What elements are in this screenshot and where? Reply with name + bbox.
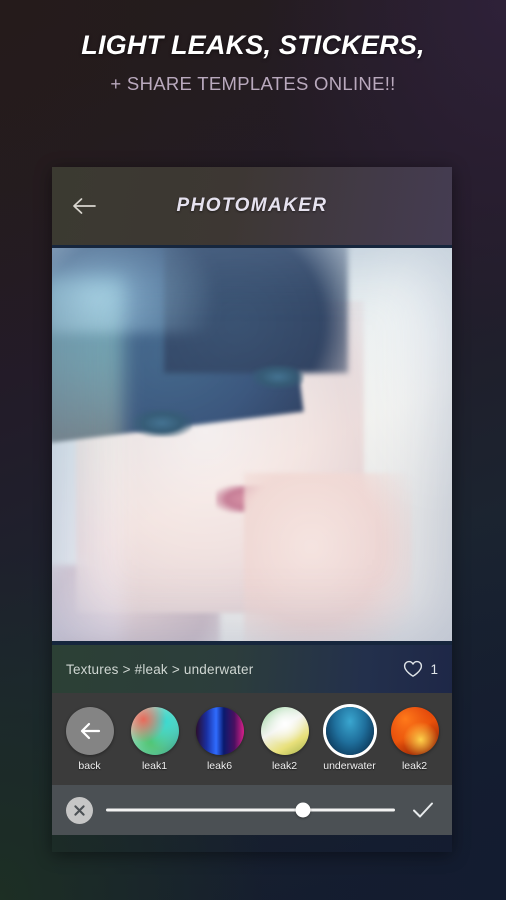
thumbnail-label: leak2	[271, 759, 298, 772]
back-arrow-icon	[73, 198, 96, 214]
slider-thumb[interactable]	[295, 802, 311, 818]
texture-swatch	[130, 706, 179, 755]
favorite-count: 1	[430, 661, 438, 677]
thumbnail-leak2-alt[interactable]: leak2	[388, 706, 441, 772]
intensity-slider[interactable]	[106, 797, 395, 824]
texture-swatch	[390, 706, 439, 755]
app-header: PHOTOMAKER	[52, 167, 452, 245]
promo-subtitle: + SHARE TEMPLATES ONLINE!!	[110, 73, 396, 94]
breadcrumb[interactable]: Textures > #leak > underwater	[66, 662, 253, 677]
app-panel: PHOTOMAKER Textures > #leak > underwater…	[52, 167, 452, 852]
breadcrumb-row: Textures > #leak > underwater 1	[52, 645, 452, 693]
thumbnail-leak2[interactable]: leak2	[258, 706, 311, 772]
thumbnail-label: leak6	[206, 759, 233, 772]
close-icon	[74, 804, 85, 816]
texture-swatch	[260, 706, 309, 755]
heart-outline-icon	[404, 660, 423, 677]
check-icon	[413, 802, 433, 818]
thumbnail-label: leak2	[401, 759, 428, 772]
slider-track	[106, 808, 395, 812]
texture-swatch-selected	[325, 706, 374, 755]
promo-banner: LIGHT LEAKS, STICKERS, + SHARE TEMPLATES…	[0, 30, 506, 95]
texture-thumbnail-strip[interactable]: back leak1 leak6 leak2 underwater leak2	[52, 693, 452, 785]
thumbnail-label: underwater	[323, 759, 376, 772]
thumbnail-leak6[interactable]: leak6	[193, 706, 246, 772]
photo-vignette	[52, 245, 452, 645]
header-back-button[interactable]	[52, 167, 116, 245]
photo-edge-top	[52, 245, 452, 248]
back-arrow-icon	[80, 722, 100, 739]
thumbnail-label: back	[78, 759, 101, 772]
back-circle	[65, 706, 114, 755]
photo-edge-bottom	[52, 641, 452, 645]
thumbnail-underwater[interactable]: underwater	[323, 706, 376, 772]
cancel-button[interactable]	[66, 796, 93, 824]
photo-canvas[interactable]	[52, 245, 452, 645]
thumbnail-leak1[interactable]: leak1	[128, 706, 181, 772]
thumbnail-back[interactable]: back	[63, 706, 116, 772]
intensity-slider-bar	[52, 785, 452, 835]
promo-title: LIGHT LEAKS, STICKERS,	[81, 30, 425, 60]
texture-swatch	[195, 706, 244, 755]
thumbnail-label: leak1	[141, 759, 168, 772]
confirm-button[interactable]	[408, 795, 438, 825]
favorite-group[interactable]: 1	[403, 660, 438, 678]
